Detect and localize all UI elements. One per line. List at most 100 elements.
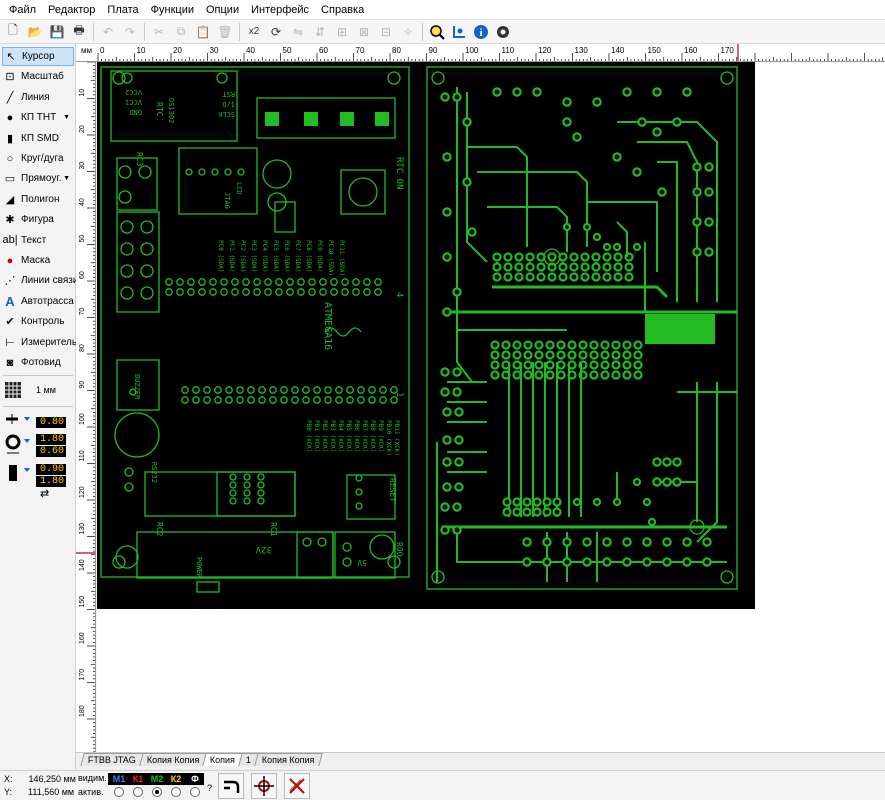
smd-height-value[interactable]: 1.80 [36,476,66,487]
pad [375,112,389,126]
layer-4-toggle[interactable]: Ф [186,773,204,785]
paste-icon[interactable]: 📋 [192,21,214,43]
layer-swap-button[interactable] [218,773,244,799]
swap-icon[interactable]: ⇄ [40,487,49,500]
rotate-icon[interactable]: ⟳ [265,21,287,43]
grid-size-label[interactable]: 1 мм [36,385,56,395]
ungroup-icon[interactable]: ⊟ [375,21,397,43]
tab-2[interactable]: Копия [202,753,244,766]
tool-airwire[interactable]: ⋰ Линии связи [2,271,79,290]
layer-1-toggle[interactable]: К1 [129,773,147,785]
select-all-icon[interactable]: ✧ [397,21,419,43]
pad-inner-diameter-value[interactable]: 0.60 [36,446,66,457]
menu-item-0[interactable]: Файл [4,0,43,20]
mirror-v-icon[interactable]: ⇵ [309,21,331,43]
tool-label: Линии связи [21,275,79,287]
tool-circle[interactable]: ○ Круг/дуга [2,149,74,168]
silk-circle [118,165,132,179]
menu-item-1[interactable]: Редактор [43,0,102,20]
layer-3-radio[interactable] [171,787,181,797]
dropdown-arrow-icon[interactable]: ▼ [63,175,70,182]
menu-item-5[interactable]: Интерфейс [246,0,316,20]
board-canvas[interactable]: RTC DS1302 VCC2 VCC1 GND RST I/O SCLK LCD JTAG RC3… [97,62,885,752]
layer-4-radio[interactable] [190,787,200,797]
layer-0-toggle[interactable]: М1 [110,773,128,785]
undo-icon[interactable]: ↶ [97,21,119,43]
tool-polygon[interactable]: ◢ Полигон [2,190,74,209]
silk-label: VCC1 [125,98,142,106]
no-connection-button[interactable] [284,773,310,799]
tool-cursor[interactable]: ↖ Курсор [2,47,74,66]
pad [522,507,532,517]
silk-pad [291,396,299,404]
pad [462,117,472,127]
rectangle-icon: ▭ [4,173,16,186]
delete-icon[interactable]: 🗑 [214,21,236,43]
tool-drc[interactable]: ✔ Контроль [2,312,74,331]
silk-pad [302,396,310,404]
track-width-value[interactable]: 0.80 [36,417,66,428]
layer-0-radio[interactable] [114,787,124,797]
pad [592,497,602,507]
silk-circle [185,168,193,176]
tool-line[interactable]: ╱ Линия [2,88,74,107]
pad [534,350,544,360]
tab-4[interactable]: Копия Копия [254,753,323,766]
measure-icon: ⊢ [5,336,15,349]
save-icon[interactable]: 💾 [46,21,68,43]
x-label: X: [4,774,13,784]
duplicate-icon[interactable]: x2 [243,21,265,43]
pcb-board[interactable]: RTC DS1302 VCC2 VCC1 GND RST I/O SCLK LCD JTAG RC3… [97,62,755,609]
tool-pad-tht[interactable]: ● КП THT ▼ [2,108,74,127]
silk-label: SCLK [217,110,235,118]
tool-autoroute[interactable]: A Автотрасса [2,292,74,311]
zoom-search-icon[interactable] [426,21,448,43]
tab-0[interactable]: FTBB JTAG [80,753,144,766]
tool-pad-smd[interactable]: ▮ КП SMD [2,129,74,148]
redo-icon[interactable]: ↷ [119,21,141,43]
tool-rectangle[interactable]: ▭ Прямоуг. ▼ [2,169,74,188]
tool-zoom[interactable]: ⊡ Масштаб [2,67,74,86]
pad [602,262,612,272]
silk-label: PB8 (XCK) [369,420,376,453]
settings-icon[interactable] [492,21,514,43]
silk-pad [187,278,195,286]
layer-3-toggle[interactable]: К2 [167,773,185,785]
align-icon[interactable]: ⊞ [331,21,353,43]
tool-photoview[interactable]: ◙ Фотовид [2,353,74,372]
silk-label: PB3 (XCK) [329,420,336,453]
menu-item-3[interactable]: Функции [146,0,201,20]
pad [462,177,472,187]
silk-circle [257,489,265,497]
tool-shape[interactable]: ✱ Фигура [2,210,74,229]
group-icon[interactable]: ⊠ [353,21,375,43]
new-file-icon[interactable]: 🗋 [2,21,24,43]
layer-2-radio[interactable] [152,787,162,797]
pad-outer-diameter-value[interactable]: 1.80 [36,434,66,445]
grid-icon[interactable] [5,382,21,398]
tool-text[interactable]: ab| Текст [2,231,74,250]
print-icon[interactable]: 🖶 [68,21,90,43]
tool-measure[interactable]: ⊢ Измеритель [2,333,77,352]
silk-label: PB10 (XCK) [385,420,392,456]
menu-item-6[interactable]: Справка [316,0,371,20]
origin-button[interactable] [251,773,277,799]
open-folder-icon[interactable]: 📂 [24,21,46,43]
layer-2-toggle[interactable]: М2 [148,773,166,785]
silk-circle [115,545,139,569]
tab-1[interactable]: Копия Копия [139,753,208,766]
layer-1-radio[interactable] [133,787,143,797]
copy-icon[interactable]: ⧉ [170,21,192,43]
menu-item-4[interactable]: Опции [201,0,246,20]
coordinates-icon[interactable] [448,21,470,43]
tool-mask[interactable]: ● Маска [2,251,74,270]
dropdown-arrow-icon[interactable]: ▼ [63,114,70,121]
pad [547,252,557,262]
cut-icon[interactable]: ✂ [148,21,170,43]
pad [589,350,599,360]
info-icon[interactable]: i [470,21,492,43]
smd-width-value[interactable]: 0.90 [36,464,66,475]
crosshair-icon [254,776,274,796]
menu-item-2[interactable]: Плата [102,0,145,20]
mirror-h-icon[interactable]: ⇋ [287,21,309,43]
